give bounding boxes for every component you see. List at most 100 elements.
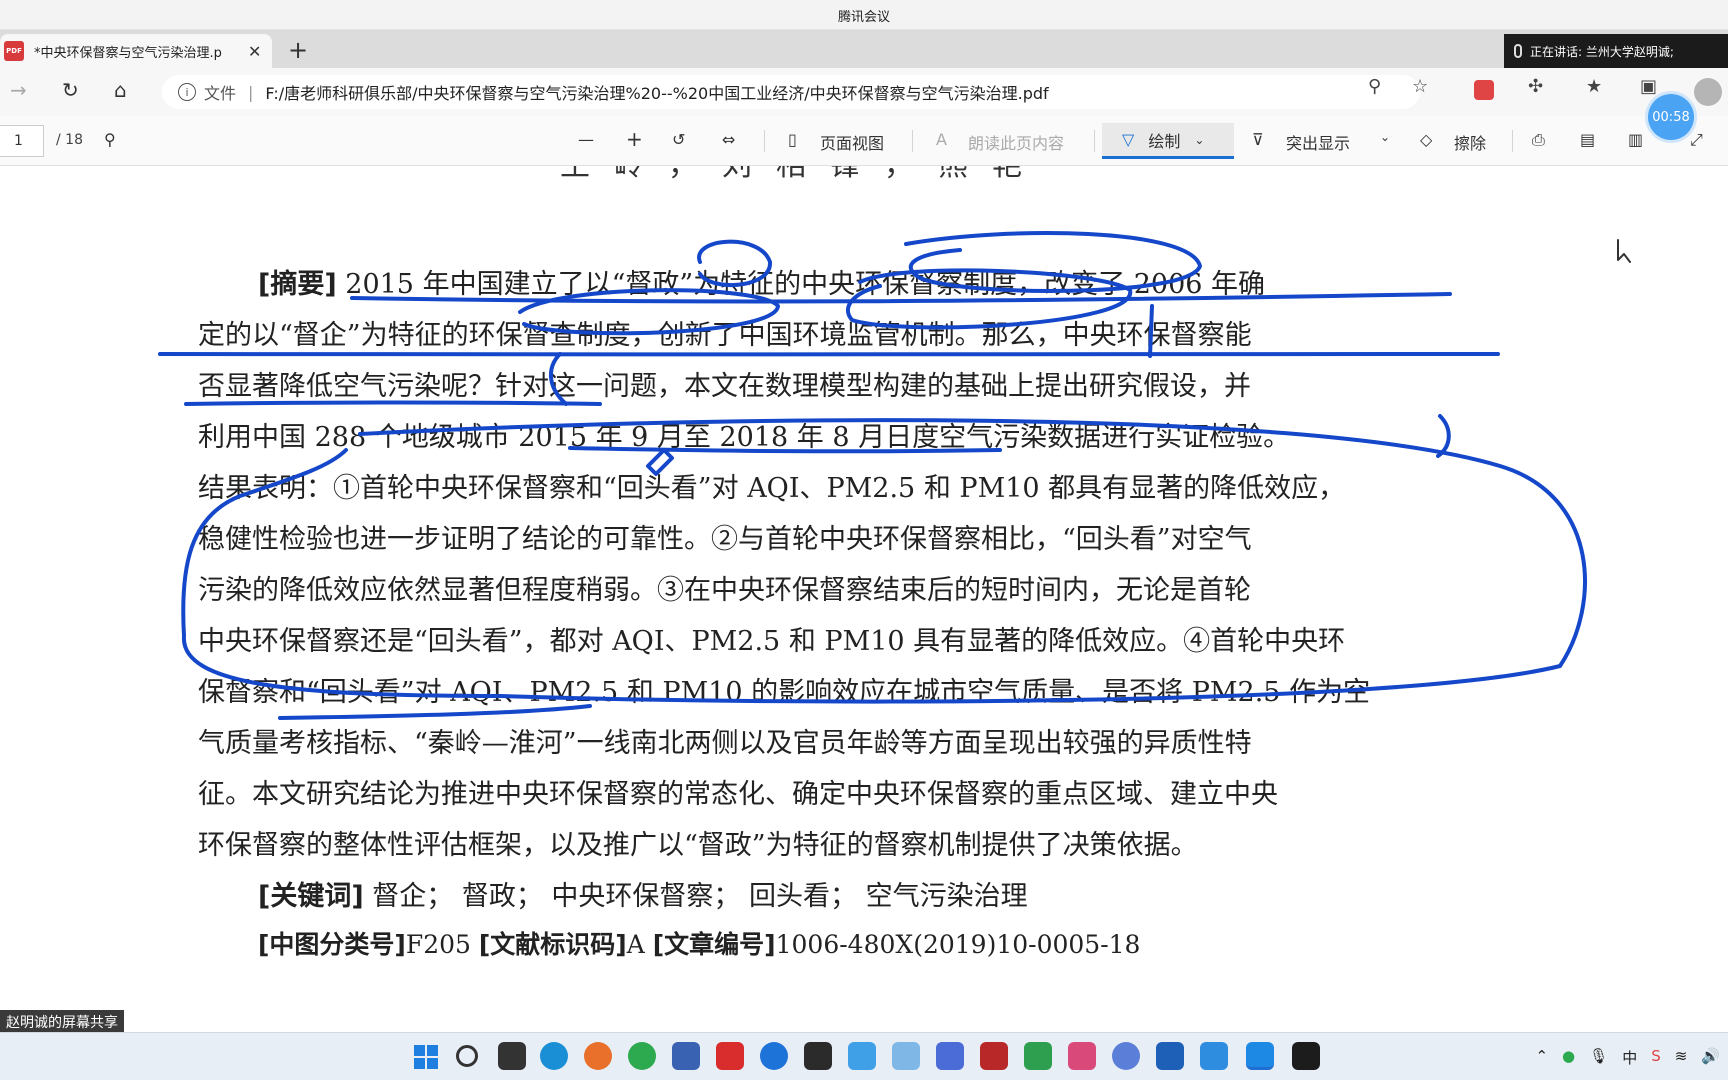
abstract-line: 定的以“督企”为特征的环保督查制度，创新了中国环境监管机制。那么，中央环保督察能 bbox=[198, 320, 1252, 351]
navigation-bar: → ↻ ⌂ i 文件 | F:/唐老师科研俱乐部/中央环保督察与空气污染治理%2… bbox=[0, 68, 1728, 116]
page-number-input[interactable]: 1 bbox=[0, 125, 44, 157]
draw-button[interactable]: ▽ 绘制 ⌄ bbox=[1102, 123, 1234, 159]
microphone-icon[interactable]: 🎙 bbox=[1589, 1047, 1608, 1068]
search-icon[interactable]: ⚲ bbox=[104, 130, 116, 149]
tab-strip: PDF *中央环保督察与空气污染治理.p ✕ + bbox=[0, 30, 1728, 68]
abstract-line: 否显著降低空气污染呢？针对这一问题，本文在数理模型构建的基础上提出研究假设，并 bbox=[198, 371, 1251, 402]
abstract-line: 结果表明：①首轮中央环保督察和“回头看”对 AQI、PM2.5 和 PM10 都… bbox=[198, 473, 1346, 504]
meeting-active-icon[interactable] bbox=[1246, 1042, 1274, 1070]
extension-red-icon[interactable] bbox=[1474, 80, 1494, 100]
search-icon[interactable] bbox=[456, 1045, 478, 1067]
meeting-title: 腾讯会议 bbox=[837, 10, 890, 25]
abstract-line: [摘要] 2015 年中国建立了以“督政”为特征的中央环保督察制度，改变了 20… bbox=[258, 269, 1266, 300]
chevron-down-icon[interactable]: ⌄ bbox=[1380, 130, 1390, 144]
chevron-up-icon[interactable]: ⌃ bbox=[1535, 1047, 1548, 1068]
pdf-toolbar: 1 / 18 ⚲ — + ↺ ⇔ ▯ 页面视图 A 朗读此页内容 ▽ 绘制 ⌄ … bbox=[0, 116, 1728, 166]
tencent-meeting-icon[interactable] bbox=[1200, 1042, 1228, 1070]
address-separator: | bbox=[248, 82, 254, 102]
pen-app-icon[interactable] bbox=[1068, 1042, 1096, 1070]
chat-app-icon[interactable] bbox=[1112, 1042, 1140, 1070]
security-tray-icon[interactable]: S bbox=[1651, 1047, 1661, 1068]
info-icon[interactable]: i bbox=[178, 83, 196, 101]
edge-browser-icon[interactable] bbox=[540, 1042, 568, 1070]
toolbar-divider bbox=[912, 130, 913, 152]
chevron-down-icon[interactable]: ⌄ bbox=[1194, 133, 1204, 147]
microphone-icon bbox=[1514, 44, 1522, 58]
page-view-icon: ▯ bbox=[788, 130, 797, 149]
zoom-in-button[interactable]: + bbox=[626, 127, 643, 151]
add-favorite-icon[interactable]: ☆ bbox=[1412, 76, 1428, 97]
collections-icon[interactable]: ▣ bbox=[1640, 76, 1657, 97]
abstract-line: 气质量考核指标、“秦岭—淮河”一线南北两侧以及官员年龄等方面呈现出较强的异质性特 bbox=[198, 728, 1252, 759]
draw-pen-icon: ▽ bbox=[1122, 130, 1135, 149]
firefox-icon[interactable] bbox=[584, 1042, 612, 1070]
dictionary-app-icon[interactable] bbox=[716, 1042, 744, 1070]
toolbar-divider bbox=[764, 130, 765, 152]
save-icon[interactable]: ▤ bbox=[1580, 130, 1595, 149]
screen-share-label: 赵明诚的屏幕共享 bbox=[0, 1010, 124, 1032]
meeting-title-bar: 腾讯会议 bbox=[0, 0, 1728, 30]
zoom-out-button[interactable]: — bbox=[578, 130, 594, 149]
taskbar: ⌃ ● 🎙 中 S ≋ 🔊 bbox=[0, 1032, 1728, 1080]
erase-button[interactable]: 擦除 bbox=[1454, 130, 1486, 154]
fullscreen-icon[interactable]: ⤢ bbox=[1690, 130, 1703, 150]
rotate-icon[interactable]: ↺ bbox=[672, 130, 685, 149]
task-view-icon[interactable] bbox=[498, 1042, 526, 1070]
pdf-reader-icon[interactable] bbox=[980, 1042, 1008, 1070]
read-aloud-button[interactable]: 朗读此页内容 bbox=[968, 130, 1064, 154]
url-text[interactable]: F:/唐老师科研俱乐部/中央环保督察与空气污染治理%20--%20中国工业经济/… bbox=[265, 80, 1048, 104]
chrome-icon[interactable] bbox=[628, 1042, 656, 1070]
tab-title: *中央环保督察与空气污染治理.p bbox=[34, 45, 222, 61]
file-label: 文件 bbox=[204, 84, 237, 103]
extensions-puzzle-icon[interactable]: ✣ bbox=[1528, 76, 1543, 97]
calculator-app-icon[interactable] bbox=[936, 1042, 964, 1070]
toolbar-divider bbox=[1512, 130, 1513, 152]
input-method-icon[interactable]: 中 bbox=[1622, 1047, 1637, 1068]
abstract-line: 稳健性检验也进一步证明了结论的可靠性。②与首轮中央环保督察相比，“回头看”对空气 bbox=[198, 524, 1252, 555]
office-app-icon[interactable] bbox=[1024, 1042, 1052, 1070]
address-bar[interactable]: i 文件 | F:/唐老师科研俱乐部/中央环保督察与空气污染治理%20--%20… bbox=[162, 75, 1420, 109]
page-view-button[interactable]: 页面视图 bbox=[820, 130, 884, 154]
close-tab-icon[interactable]: ✕ bbox=[248, 42, 261, 61]
zoom-magnifier-icon[interactable]: ⚲ bbox=[1368, 76, 1381, 97]
windows-start-icon[interactable] bbox=[414, 1045, 438, 1069]
back-arrow-icon[interactable]: → bbox=[10, 78, 27, 102]
fit-width-icon[interactable]: ⇔ bbox=[722, 130, 735, 149]
wechat-tray-icon[interactable]: ● bbox=[1562, 1047, 1575, 1068]
speaking-indicator: 正在讲话: 兰州大学赵明诚; bbox=[1504, 34, 1728, 68]
new-tab-button[interactable]: + bbox=[288, 36, 308, 64]
favorites-icon[interactable]: ★ bbox=[1586, 76, 1602, 97]
tab-pdf[interactable]: PDF *中央环保督察与空气污染治理.p ✕ bbox=[0, 34, 272, 68]
ink-mouse-cursor bbox=[1617, 239, 1631, 263]
ink-loop bbox=[181, 418, 1587, 704]
keywords-line: [关键词] 督企； 督政； 中央环保督察； 回头看； 空气污染治理 bbox=[258, 881, 1028, 912]
highlight-icon: ⊽ bbox=[1252, 130, 1264, 149]
wifi-icon[interactable]: ≋ bbox=[1675, 1047, 1688, 1068]
network-app-icon[interactable] bbox=[892, 1042, 920, 1070]
print-icon[interactable]: ⎙ bbox=[1532, 130, 1545, 150]
meeting-timer-badge[interactable]: 00:58 bbox=[1648, 94, 1694, 140]
abstract-line: 污染的降低效应依然显著但程度稍弱。③在中央环保督察结束后的短时间内，无论是首轮 bbox=[198, 575, 1251, 606]
pdf-page[interactable]: 王岭，刘相锋，熊艳 [摘要] 2015 年中国建立了以“督政”为特征的中央环保督… bbox=[0, 166, 1728, 1014]
draw-label: 绘制 bbox=[1148, 131, 1181, 151]
highlight-button[interactable]: 突出显示 bbox=[1286, 130, 1350, 154]
author-line: 王岭，刘相锋，熊艳 bbox=[560, 166, 1046, 184]
feishu-app-icon[interactable] bbox=[848, 1042, 876, 1070]
ink-underline bbox=[158, 351, 1500, 357]
ink-mark bbox=[1436, 414, 1451, 458]
profile-avatar[interactable] bbox=[1694, 78, 1722, 106]
volume-icon[interactable]: 🔊 bbox=[1701, 1047, 1720, 1068]
tools-app-icon[interactable] bbox=[804, 1042, 832, 1070]
read-aloud-icon: A bbox=[936, 130, 947, 149]
home-icon[interactable]: ⌂ bbox=[114, 78, 127, 102]
classification-line: [中图分类号]F205 [文献标识码]A [文章编号]1006-480X(201… bbox=[258, 930, 1141, 959]
eraser-icon: ◇ bbox=[1420, 130, 1433, 149]
abstract-line: 保督察和“回头看”对 AQI、PM2.5 和 PM10 的影响效应在城市空气质量… bbox=[198, 677, 1371, 708]
save-as-icon[interactable]: ▥ bbox=[1628, 130, 1643, 149]
notes-app-icon[interactable] bbox=[672, 1042, 700, 1070]
outlook-icon[interactable] bbox=[1156, 1042, 1184, 1070]
refresh-icon[interactable]: ↻ bbox=[62, 78, 79, 102]
pycharm-icon[interactable] bbox=[1292, 1042, 1320, 1070]
page-total: / 18 bbox=[56, 132, 83, 148]
check-app-icon[interactable] bbox=[760, 1042, 788, 1070]
